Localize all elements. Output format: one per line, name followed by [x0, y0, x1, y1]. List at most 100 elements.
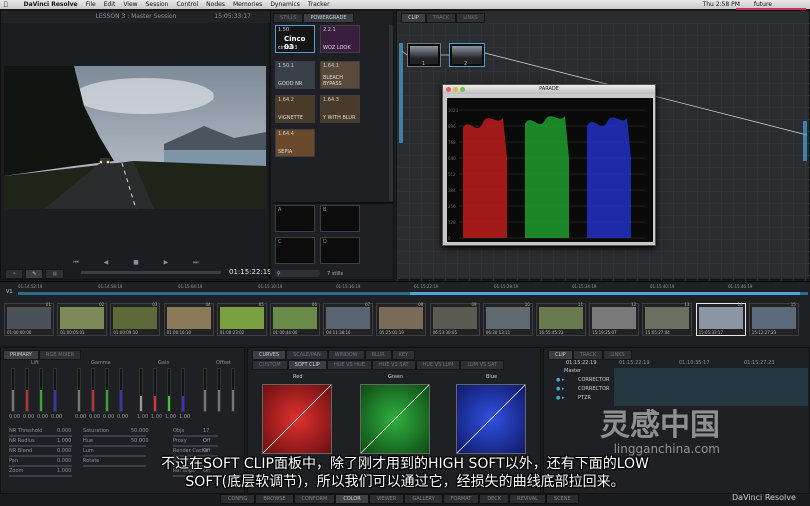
track-corrector-1[interactable]: CORRECTOR	[578, 377, 610, 383]
still-4[interactable]: 1.64.1 BLEACH BYPASS	[320, 61, 360, 89]
timeline-clip[interactable]: 10 06:30:13:11	[482, 302, 533, 336]
menu-view[interactable]: View	[123, 1, 137, 8]
menu-memories[interactable]: Memories	[233, 1, 262, 8]
page-conform[interactable]: CONFORM	[293, 494, 336, 504]
timeline-clip[interactable]: 04 01:00:16:10	[163, 302, 214, 336]
page-color[interactable]: COLOR	[335, 494, 369, 504]
still-6[interactable]: 1.64.3 Y WITH BLUR	[320, 95, 360, 123]
primary-slider[interactable]	[203, 368, 207, 412]
blue-curve[interactable]	[456, 384, 526, 454]
subtab-custom[interactable]: CUSTOM	[252, 360, 288, 370]
still-3[interactable]: 1.50.1 GOOD NR	[275, 61, 315, 89]
color-param-slider[interactable]	[83, 435, 146, 437]
red-curve[interactable]	[262, 384, 332, 454]
scrub-bar[interactable]	[81, 271, 221, 274]
timeline-clip[interactable]: 06 01:00:44:00	[270, 302, 320, 336]
memory-a[interactable]: A	[275, 205, 315, 232]
tab-rgb-mixer[interactable]: RGB MIXER	[38, 350, 82, 360]
timeline-clip[interactable]: 15 15:12:27:23	[748, 302, 799, 336]
pen-tool-icon[interactable]: ✎	[25, 269, 44, 279]
timeline-clip[interactable]: 12 15:19:25:07	[589, 302, 640, 336]
primary-slider[interactable]	[11, 368, 15, 412]
status-param-slider[interactable]	[173, 445, 218, 447]
menu-dynamics[interactable]: Dynamics	[270, 1, 300, 8]
primary-slider[interactable]	[119, 368, 123, 412]
tab-stills[interactable]: STILLS	[273, 13, 304, 23]
subtab-hue-vs-sat[interactable]: HUE VS SAT	[371, 360, 416, 370]
tab-window[interactable]: WINDOW	[327, 350, 365, 360]
tab-clip-2[interactable]: CLIP	[548, 350, 573, 360]
track-ptzr[interactable]: PTZR	[578, 395, 591, 401]
menu-nodes[interactable]: Nodes	[206, 1, 225, 8]
primary-slider[interactable]	[231, 368, 235, 412]
track-corrector-2[interactable]: CORRECTOR	[578, 386, 610, 392]
parade-window[interactable]: PARADE 1023 896 768 640 512 384 256 128 …	[442, 84, 656, 246]
primary-slider[interactable]	[139, 368, 143, 412]
primary-slider[interactable]	[25, 368, 29, 412]
menu-control[interactable]: Control	[176, 1, 198, 8]
subtab-lum-vs-sat[interactable]: LUM VS SAT	[460, 360, 505, 370]
still-5[interactable]: 1.64.2 VIGNETTE	[275, 95, 315, 123]
primary-slider[interactable]	[77, 368, 81, 412]
menu-edit[interactable]: Edit	[104, 1, 116, 8]
timeline-ruler[interactable]: 01:14:52:19 01:14:58:19 01:15:04:19 01:1…	[18, 284, 808, 292]
minimize-icon[interactable]	[453, 87, 458, 92]
primary-slider[interactable]	[53, 368, 57, 412]
menubar-user[interactable]: future	[754, 1, 772, 8]
tab-scale-pan[interactable]: SCALE/PAN	[286, 350, 328, 360]
page-format[interactable]: FORMAT	[442, 494, 480, 504]
primary-slider[interactable]	[91, 368, 95, 412]
tab-track-2[interactable]: TRACK	[572, 350, 604, 360]
page-scene[interactable]: SCENE	[545, 494, 579, 504]
memory-d[interactable]: D	[320, 237, 360, 264]
page-revival[interactable]: REVIVAL	[509, 494, 546, 504]
timeline-clip[interactable]: 05 01:00:23:02	[216, 302, 267, 336]
timeline-clip[interactable]: 03 01:00:09:10	[110, 302, 161, 336]
color-param-slider[interactable]	[83, 445, 146, 447]
menu-tracker[interactable]: Tracker	[308, 1, 330, 8]
track-master[interactable]: Master	[564, 368, 581, 374]
status-param-value[interactable]: Off	[203, 438, 210, 444]
primary-slider[interactable]	[105, 368, 109, 412]
grid-tool-icon[interactable]: ▦	[45, 269, 65, 279]
timeline-clip[interactable]: 11 16:55:45:23	[536, 302, 586, 336]
tab-blur[interactable]: BLUR	[364, 350, 392, 360]
tab-primary[interactable]: PRIMARY	[3, 350, 39, 360]
play-icon[interactable]: ▶	[164, 259, 169, 267]
status-param-value[interactable]: 17	[203, 428, 209, 434]
still-1[interactable]: 1.50 Cinco 03 cinco03	[275, 25, 315, 53]
jump-end-icon[interactable]: ⏭	[193, 259, 198, 267]
app-menu[interactable]: DaVinci Resolve	[24, 1, 78, 8]
tab-powergrade[interactable]: POWERGRADE	[303, 13, 354, 23]
zoom-icon[interactable]	[460, 87, 465, 92]
green-curve[interactable]	[360, 384, 430, 454]
ptzr-toggle[interactable]: ● ▸	[556, 395, 564, 401]
output-connector[interactable]	[803, 121, 807, 161]
timeline-clip[interactable]: 08 05:25:01:19	[376, 302, 427, 336]
nr-param-value[interactable]: 1.000	[57, 438, 71, 444]
timeline-clip[interactable]: 07 04:11:38:16	[323, 302, 374, 336]
color-param-value[interactable]: 50.000	[131, 428, 149, 434]
timeline-clip[interactable]: 14 15:05:33:17	[695, 302, 746, 336]
tab-key[interactable]: KEY	[391, 350, 416, 360]
primary-slider[interactable]	[153, 368, 157, 412]
nr-param-slider[interactable]	[9, 435, 72, 437]
status-param-slider[interactable]	[173, 435, 218, 437]
subtab-hue-vs-lum[interactable]: HUE VS LUM	[415, 360, 461, 370]
page-config[interactable]: CONFIG	[220, 494, 256, 504]
jump-start-icon[interactable]: ⏮	[73, 259, 78, 267]
primary-slider[interactable]	[167, 368, 171, 412]
tab-links-2[interactable]: LINKS	[603, 350, 632, 360]
page-viewer[interactable]: VIEWER	[368, 494, 405, 504]
timeline-selection[interactable]	[410, 292, 800, 295]
page-browse[interactable]: BROWSE	[255, 494, 294, 504]
corrector-1-toggle[interactable]: ● ▸	[556, 377, 564, 383]
still-7[interactable]: 1.64.4 SEPIA	[275, 129, 315, 157]
color-param-value[interactable]: 50.000	[131, 438, 149, 444]
apple-icon[interactable]: 	[4, 1, 8, 8]
timeline-clip[interactable]: 09 06:53:30:05	[429, 302, 480, 336]
subtab-soft-clip[interactable]: SOFT CLIP	[287, 360, 327, 370]
corrector-2-toggle[interactable]: ● ▸	[556, 386, 564, 392]
nr-param-value[interactable]: 0.000	[57, 428, 71, 434]
timeline-clip[interactable]: 13 15:05:27:04	[642, 302, 693, 336]
